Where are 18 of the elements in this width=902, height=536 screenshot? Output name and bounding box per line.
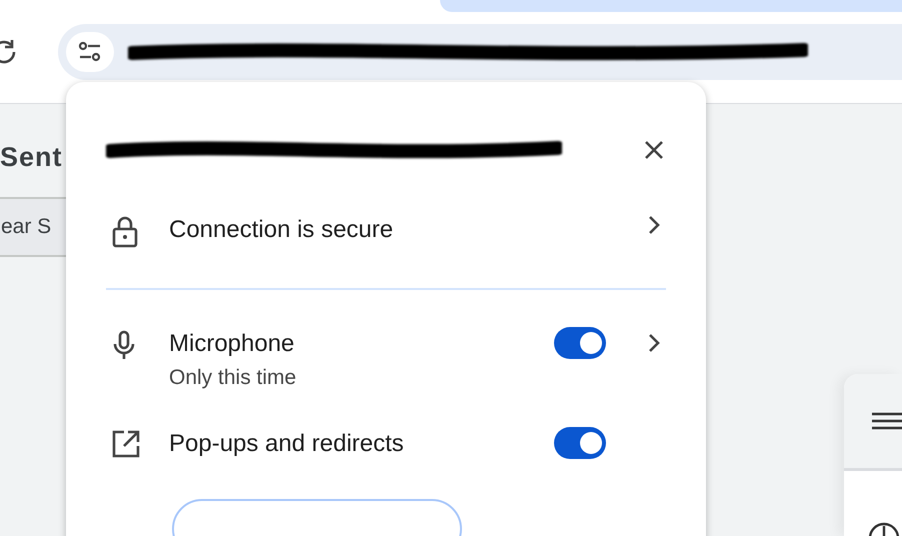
row-label: Microphone	[169, 330, 296, 358]
chevron-right-icon	[647, 215, 661, 235]
page-heading: Sent	[0, 142, 63, 173]
settings-icon	[78, 41, 102, 63]
external-link-icon	[112, 430, 140, 458]
lock-icon	[112, 216, 138, 248]
toggle-switch[interactable]	[554, 427, 606, 459]
site-settings-button[interactable]	[66, 32, 114, 72]
close-icon	[644, 140, 664, 160]
row-label: Connection is secure	[169, 216, 394, 244]
chevron-right-icon	[647, 333, 661, 353]
row-label: Pop-ups and redirects	[169, 430, 405, 458]
row-detail: Only this time	[169, 366, 298, 390]
toggle-switch[interactable]	[554, 327, 606, 359]
microphone-icon	[112, 330, 136, 360]
menu-icon[interactable]	[872, 412, 902, 430]
address-bar[interactable]	[58, 24, 902, 80]
search-field[interactable]: ear S	[0, 197, 66, 257]
